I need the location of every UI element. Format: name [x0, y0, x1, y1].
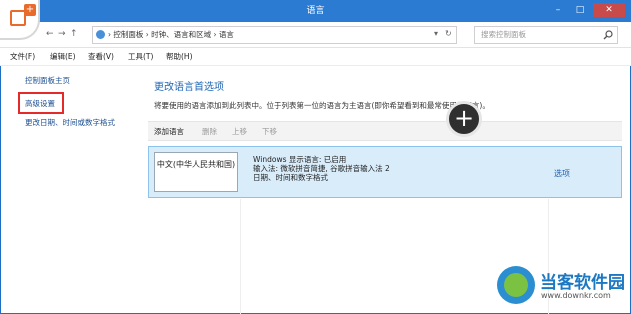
page-description: 将要使用的语言添加到此列表中。位于列表第一位的语言为主语言(即你希望看到和最常使… [154, 101, 490, 110]
advanced-settings-link[interactable]: 高级设置 [25, 98, 55, 109]
up-icon[interactable]: ↑ [70, 29, 78, 39]
back-icon[interactable]: ← [46, 29, 54, 39]
menu-help[interactable]: 帮助(H) [166, 48, 193, 66]
column-divider [240, 199, 241, 314]
move-up-button[interactable]: 上移 [232, 122, 247, 141]
add-overlay-button[interactable]: + [446, 101, 482, 137]
change-datetime-format-link[interactable]: 更改日期、时间或数字格式 [25, 117, 115, 128]
watermark-logo-inner [504, 273, 528, 297]
close-button[interactable]: ✕ [593, 3, 625, 17]
menu-edit[interactable]: 编辑(E) [50, 48, 76, 66]
breadcrumb[interactable]: › 控制面板 › 时钟、语言和区域 › 语言 ▾ ↻ [92, 26, 457, 44]
language-details: Windows 显示语言: 已启用 输入法: 微软拼音简捷, 谷歌拼音输入法 2… [253, 155, 390, 182]
minimize-button[interactable]: – [548, 3, 568, 17]
search-icon[interactable] [603, 30, 613, 40]
datetime-format-info: 日期、时间和数字格式 [253, 173, 328, 182]
menu-bar: 文件(F) 编辑(E) 查看(V) 工具(T) 帮助(H) [0, 48, 631, 66]
language-toolbar: 添加语言 删除 上移 下移 [148, 121, 622, 141]
watermark-logo-icon [497, 266, 535, 304]
control-panel-icon [96, 30, 105, 39]
move-down-button[interactable]: 下移 [262, 122, 277, 141]
display-language-status: Windows 显示语言: 已启用 [253, 155, 347, 164]
page-title: 更改语言首选项 [154, 82, 224, 93]
refresh-icon[interactable]: ↻ [445, 29, 452, 38]
language-options-link[interactable]: 选项 [554, 168, 570, 179]
chevron-down-icon[interactable]: ▾ [434, 29, 438, 38]
menu-view[interactable]: 查看(V) [88, 48, 114, 66]
remove-button[interactable]: 删除 [202, 122, 217, 141]
breadcrumb-path: › 控制面板 › 时钟、语言和区域 › 语言 [108, 30, 234, 39]
language-list-item[interactable]: 中文(中华人民共和国) Windows 显示语言: 已启用 输入法: 微软拼音简… [148, 146, 622, 198]
app-badge: + [0, 0, 40, 40]
window-title: 语言 [306, 6, 325, 16]
menu-file[interactable]: 文件(F) [10, 48, 35, 66]
app-badge-plus-icon: + [24, 4, 36, 16]
control-panel-home-link[interactable]: 控制面板主页 [25, 75, 70, 86]
maximize-button[interactable]: □ [570, 3, 590, 17]
forward-icon[interactable]: → [58, 29, 66, 39]
menu-tools[interactable]: 工具(T) [128, 48, 153, 66]
add-language-button[interactable]: 添加语言 [154, 122, 184, 141]
language-name: 中文(中华人民共和国) [154, 152, 238, 192]
input-methods: 输入法: 微软拼音简捷, 谷歌拼音输入法 2 [253, 164, 390, 173]
search-placeholder: 搜索控制面板 [481, 30, 526, 39]
watermark-url: www.downkr.com [541, 291, 611, 300]
address-bar: ← → ↑ › 控制面板 › 时钟、语言和区域 › 语言 ▾ ↻ 搜索控制面板 [0, 22, 631, 48]
search-input[interactable]: 搜索控制面板 [474, 26, 618, 44]
watermark-title: 当客软件园 [540, 273, 625, 293]
